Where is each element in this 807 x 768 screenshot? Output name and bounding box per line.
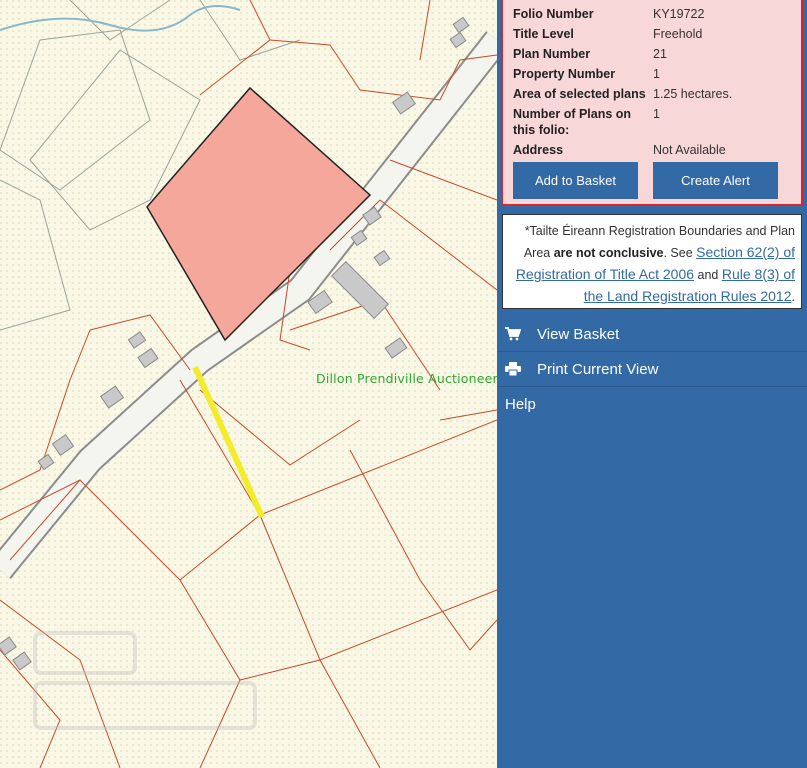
- view-basket-menu-item[interactable]: View Basket: [497, 317, 807, 352]
- map-label-auctioneers: Dillon Prendiville Auctioneers: [316, 371, 497, 386]
- note-suffix: .: [791, 290, 795, 304]
- cart-icon: [505, 326, 525, 343]
- print-view-label: Print Current View: [537, 361, 659, 378]
- folio-number-value: KY19722: [653, 7, 705, 21]
- view-basket-label: View Basket: [537, 326, 620, 343]
- folio-info-box: Folio Number KY19722 Title Level Freehol…: [501, 0, 803, 206]
- property-number-value: 1: [653, 67, 660, 81]
- print-view-menu-item[interactable]: Print Current View: [497, 352, 807, 387]
- area-value: 1.25 hectares.: [653, 87, 733, 101]
- create-alert-button[interactable]: Create Alert: [653, 162, 778, 199]
- field-label: Folio Number: [513, 7, 594, 21]
- printer-icon: [505, 361, 525, 378]
- help-label: Help: [505, 396, 536, 413]
- field-label: Title Level: [513, 27, 574, 41]
- help-menu-item[interactable]: Help: [497, 387, 807, 422]
- field-label: Area of selected plans: [513, 87, 646, 101]
- field-label: Property Number: [513, 67, 616, 81]
- address-value: Not Available: [653, 143, 726, 157]
- add-to-basket-button[interactable]: Add to Basket: [513, 162, 638, 199]
- note-and: and: [694, 268, 722, 282]
- note-middle: . See: [663, 246, 697, 260]
- plan-number-value: 21: [653, 47, 667, 61]
- field-label: Address: [513, 143, 564, 157]
- side-panel: Folio Number KY19722 Title Level Freehol…: [497, 0, 807, 768]
- title-level-value: Freehold: [653, 27, 703, 41]
- note-bold: are not conclusive: [553, 246, 664, 260]
- plans-count-value: 1: [653, 107, 660, 121]
- watermark-logo: [33, 631, 257, 730]
- map-view[interactable]: Dillon Prendiville Auctioneers: [0, 0, 497, 768]
- disclaimer-note: *Tailte Éireann Registration Boundaries …: [502, 214, 802, 309]
- field-label: Plan Number: [513, 47, 591, 61]
- field-label: Number of Plans on this folio:: [513, 107, 632, 137]
